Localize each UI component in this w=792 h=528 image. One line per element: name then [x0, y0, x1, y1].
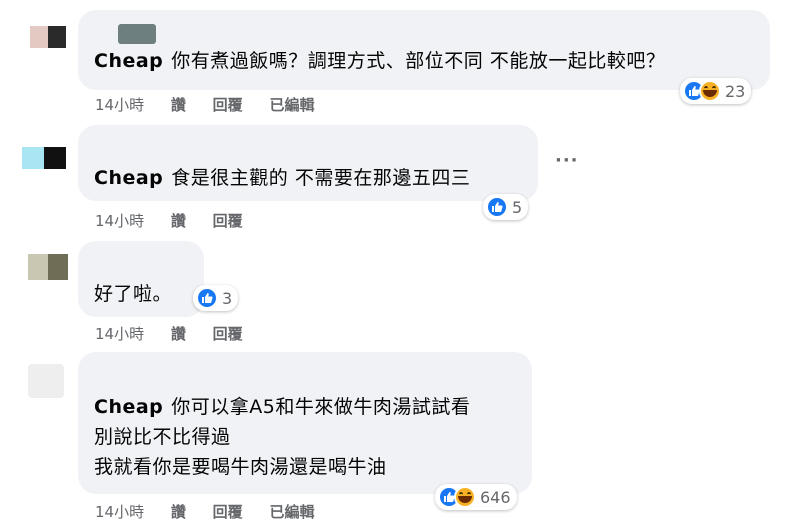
comment-author[interactable]: Cheap — [94, 396, 163, 418]
avatar[interactable] — [22, 143, 74, 173]
haha-icon — [699, 80, 721, 102]
comment-text: Cheap 你有煮過飯嗎？調理方式、部位不同 不能放一起比較吧？ — [94, 48, 665, 75]
redacted-name — [118, 24, 156, 44]
haha-icon — [454, 486, 476, 508]
like-link[interactable]: 讚 — [171, 96, 186, 114]
comment-line: 我就看你是要喝牛肉湯還是喝牛油 — [94, 456, 387, 478]
comment-line: 你有煮過飯嗎？調理方式、部位不同 不能放一起比較吧？ — [171, 50, 666, 72]
comment-line: 好了啦。 — [94, 283, 173, 305]
avatar[interactable] — [28, 252, 80, 282]
edited-label[interactable]: 已編輯 — [269, 503, 314, 521]
comment-bubble: Cheap 食是很主觀的 不需要在那邊五四三 — [78, 125, 538, 201]
comment-bubble: Cheap 你可以拿A5和牛來做牛肉湯試試看 別說比不比得過 我就看你是要喝牛肉湯… — [78, 352, 532, 494]
reaction-summary[interactable]: 23 — [680, 78, 752, 104]
like-link[interactable]: 讚 — [171, 325, 186, 343]
timestamp[interactable]: 14小時 — [95, 96, 144, 114]
comment-actions: 14小時 讚 回覆 — [95, 323, 265, 344]
comment-actions: 14小時 讚 回覆 已編輯 — [95, 501, 336, 522]
reaction-count: 3 — [222, 288, 233, 308]
edited-label[interactable]: 已編輯 — [269, 96, 314, 114]
more-options-icon[interactable]: ··· — [555, 150, 579, 171]
reaction-summary[interactable]: 3 — [193, 285, 239, 311]
comment-bubble: Cheap 你有煮過飯嗎？調理方式、部位不同 不能放一起比較吧？ — [78, 10, 770, 90]
comment-line: 你可以拿A5和牛來做牛肉湯試試看 — [171, 396, 471, 418]
reaction-summary[interactable]: 646 — [435, 484, 517, 510]
like-icon — [196, 287, 218, 309]
reaction-summary[interactable]: 5 — [483, 194, 529, 220]
reply-link[interactable]: 回覆 — [213, 96, 243, 114]
timestamp[interactable]: 14小時 — [95, 212, 144, 230]
comment-text: Cheap 你可以拿A5和牛來做牛肉湯試試看 — [94, 394, 470, 421]
reply-link[interactable]: 回覆 — [213, 212, 243, 230]
reply-link[interactable]: 回覆 — [213, 325, 243, 343]
avatar[interactable] — [30, 22, 82, 52]
like-link[interactable]: 讚 — [171, 212, 186, 230]
comment-author[interactable]: Cheap — [94, 167, 163, 189]
like-icon — [486, 196, 508, 218]
reaction-count: 5 — [512, 197, 523, 217]
like-link[interactable]: 讚 — [171, 503, 186, 521]
comment-actions: 14小時 讚 回覆 已編輯 — [95, 94, 336, 115]
comment-line: 食是很主觀的 不需要在那邊五四三 — [171, 167, 471, 189]
comment-author[interactable]: Cheap — [94, 50, 163, 72]
timestamp[interactable]: 14小時 — [95, 503, 144, 521]
comment-text: Cheap 食是很主觀的 不需要在那邊五四三 — [94, 165, 470, 192]
timestamp[interactable]: 14小時 — [95, 325, 144, 343]
comment-actions: 14小時 讚 回覆 — [95, 210, 265, 231]
comment-bubble: 好了啦。 — [78, 241, 204, 317]
comment-line: 別說比不比得過 — [94, 426, 231, 448]
avatar[interactable] — [28, 364, 80, 398]
reaction-count: 23 — [725, 81, 746, 101]
reply-link[interactable]: 回覆 — [213, 503, 243, 521]
comment-text: 好了啦。 — [94, 281, 172, 308]
reaction-count: 646 — [480, 487, 511, 507]
